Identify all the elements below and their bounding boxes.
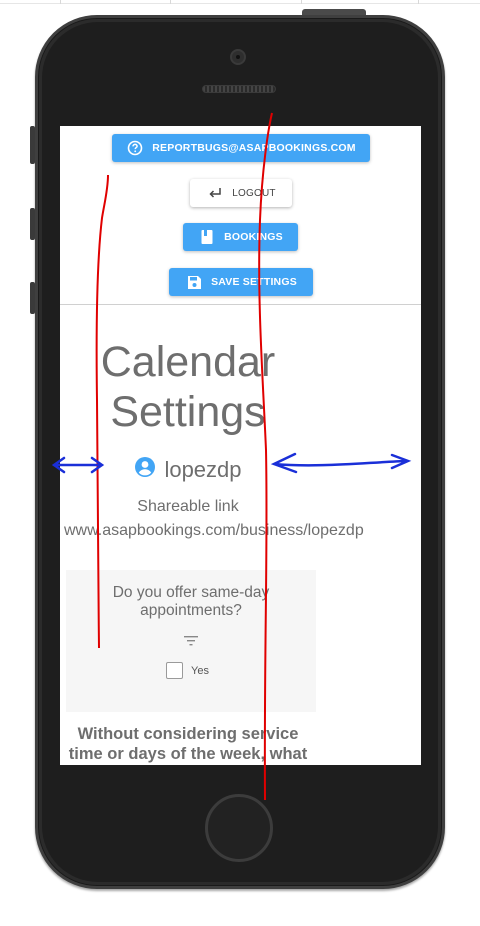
same-day-card: Do you offer same-day appointments? Yes xyxy=(66,570,316,712)
shareable-link-url[interactable]: www.asapbookings.com/business/lopezdp xyxy=(64,522,421,540)
same-day-checkbox[interactable] xyxy=(166,662,183,679)
username: lopezdp xyxy=(164,456,242,482)
frame-tick xyxy=(60,0,61,4)
save-settings-button[interactable]: SAVE SETTINGS xyxy=(169,268,313,296)
frame-tick xyxy=(170,0,171,4)
save-settings-label: SAVE SETTINGS xyxy=(211,276,297,288)
app-screen: REPORTBUGS@ASAPBOOKINGS.COM LOGOUT BOOKI… xyxy=(60,126,421,765)
logout-button[interactable]: LOGOUT xyxy=(190,179,292,207)
next-question-line1: Without considering service xyxy=(77,725,299,743)
help-circle-icon xyxy=(126,139,144,157)
floppy-disk-icon xyxy=(185,273,203,291)
mute-switch xyxy=(30,126,35,164)
next-question: Without considering service time or days… xyxy=(60,724,316,764)
report-bugs-button[interactable]: REPORTBUGS@ASAPBOOKINGS.COM xyxy=(112,134,370,162)
user-row: lopezdp xyxy=(60,456,316,483)
same-day-question-line1: Do you offer same-day xyxy=(112,584,270,601)
volume-down-button xyxy=(30,282,35,314)
next-question-line2: time or days of the week, what xyxy=(68,745,308,763)
bookings-button[interactable]: BOOKINGS xyxy=(183,223,298,251)
power-button xyxy=(302,9,366,15)
bookings-label: BOOKINGS xyxy=(224,231,283,243)
frame-tick xyxy=(301,0,302,4)
logout-arrow-icon xyxy=(206,184,224,202)
window-top-edge xyxy=(0,0,480,4)
same-day-option-label: Yes xyxy=(191,664,209,677)
home-button[interactable] xyxy=(205,794,273,862)
header-divider xyxy=(60,304,421,305)
book-icon xyxy=(198,228,216,246)
front-camera xyxy=(230,49,246,65)
shareable-link-label: Shareable link xyxy=(137,498,239,515)
filter-icon xyxy=(184,633,198,646)
account-circle-icon xyxy=(134,456,156,483)
same-day-option[interactable]: Yes xyxy=(166,662,209,679)
same-day-question-line2: appointments? xyxy=(140,602,242,619)
frame-tick xyxy=(418,0,419,4)
page-title-line1: Calendar xyxy=(100,338,276,386)
logout-label: LOGOUT xyxy=(232,187,276,199)
volume-up-button xyxy=(30,208,35,240)
page-title-line2: Settings xyxy=(110,388,266,436)
report-bugs-label: REPORTBUGS@ASAPBOOKINGS.COM xyxy=(152,142,356,154)
earpiece-speaker xyxy=(202,85,276,93)
same-day-question: Do you offer same-day appointments? xyxy=(66,584,316,620)
